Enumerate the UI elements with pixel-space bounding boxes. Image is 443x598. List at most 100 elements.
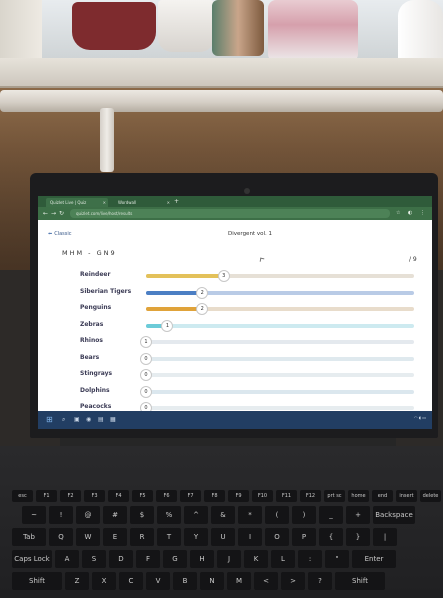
- tab-quizlet-live[interactable]: Quizlet Live | Quiz ✕: [46, 198, 108, 207]
- keyboard-key[interactable]: &: [211, 506, 235, 524]
- keyboard-key[interactable]: Caps Lock: [12, 550, 52, 568]
- keyboard-key[interactable]: ~: [22, 506, 46, 524]
- keyboard-key[interactable]: F8: [204, 490, 225, 502]
- keyboard-key[interactable]: :: [298, 550, 322, 568]
- keyboard-key[interactable]: F6: [156, 490, 177, 502]
- bookmark-star-icon[interactable]: ☆: [396, 209, 400, 218]
- keyboard-key[interactable]: N: [200, 572, 224, 590]
- keyboard-key[interactable]: Shift: [12, 572, 62, 590]
- team-name: Stingrays: [80, 370, 113, 377]
- keyboard-key[interactable]: V: [146, 572, 170, 590]
- keyboard-key[interactable]: end: [372, 490, 393, 502]
- tab-label: Quizlet Live | Quiz: [50, 200, 87, 205]
- keyboard-key[interactable]: M: [227, 572, 251, 590]
- keyboard-key[interactable]: insert: [396, 490, 417, 502]
- new-tab-button[interactable]: +: [174, 197, 179, 206]
- keyboard-key[interactable]: P: [292, 528, 316, 546]
- keyboard-key[interactable]: T: [157, 528, 181, 546]
- keyboard-key[interactable]: ): [292, 506, 316, 524]
- menu-icon[interactable]: ⋮: [420, 209, 425, 218]
- keyboard-key[interactable]: H: [190, 550, 214, 568]
- keyboard-key[interactable]: Z: [65, 572, 89, 590]
- forward-button[interactable]: →: [51, 209, 56, 218]
- keyboard-key[interactable]: delete: [420, 490, 441, 502]
- keyboard-key[interactable]: +: [346, 506, 370, 524]
- classic-button[interactable]: ⬅ Classic: [48, 231, 72, 237]
- laptop-hinge: [60, 438, 396, 446]
- keyboard-key[interactable]: F1: [36, 490, 57, 502]
- volume-icon[interactable]: ◖: [419, 415, 421, 420]
- keyboard-key[interactable]: *: [238, 506, 262, 524]
- keyboard-key[interactable]: ": [325, 550, 349, 568]
- keyboard-key[interactable]: E: [103, 528, 127, 546]
- team-row: Reindeer 3: [38, 268, 432, 285]
- extensions-icon[interactable]: ◐: [408, 209, 412, 218]
- store-icon[interactable]: ▦: [110, 416, 116, 424]
- keyboard-key[interactable]: ^: [184, 506, 208, 524]
- keyboard-key[interactable]: #: [103, 506, 127, 524]
- start-button[interactable]: ⊞: [46, 415, 53, 425]
- keyboard-key[interactable]: F2: [60, 490, 81, 502]
- keyboard-key[interactable]: F4: [108, 490, 129, 502]
- close-icon[interactable]: ✕: [103, 198, 106, 207]
- keyboard-key[interactable]: F7: [180, 490, 201, 502]
- keyboard-key[interactable]: Tab: [12, 528, 46, 546]
- close-icon[interactable]: ✕: [167, 198, 170, 207]
- keyboard-key[interactable]: F5: [132, 490, 153, 502]
- back-button[interactable]: ←: [43, 209, 48, 218]
- keyboard-key[interactable]: Backspace: [373, 506, 415, 524]
- battery-icon[interactable]: ▭: [422, 415, 426, 420]
- keyboard-key[interactable]: C: [119, 572, 143, 590]
- keyboard-key[interactable]: %: [157, 506, 181, 524]
- keyboard-key[interactable]: D: [109, 550, 133, 568]
- search-icon[interactable]: ⌕: [62, 416, 65, 424]
- keyboard-key[interactable]: @: [76, 506, 100, 524]
- keyboard-key[interactable]: }: [346, 528, 370, 546]
- keyboard-key[interactable]: esc: [12, 490, 33, 502]
- tab-wordwall[interactable]: Wordwall ✕: [114, 198, 172, 207]
- keyboard-key[interactable]: B: [173, 572, 197, 590]
- explorer-icon[interactable]: ▤: [98, 416, 104, 424]
- keyboard-key[interactable]: |: [373, 528, 397, 546]
- keyboard-key[interactable]: F: [136, 550, 160, 568]
- keyboard-key[interactable]: prt sc: [324, 490, 345, 502]
- keyboard-key[interactable]: R: [130, 528, 154, 546]
- keyboard-key[interactable]: X: [92, 572, 116, 590]
- keyboard-key[interactable]: <: [254, 572, 278, 590]
- keyboard-key[interactable]: Y: [184, 528, 208, 546]
- keyboard-key[interactable]: !: [49, 506, 73, 524]
- url-field[interactable]: quizlet.com/live/host/results: [70, 209, 390, 218]
- keyboard-key[interactable]: _: [319, 506, 343, 524]
- keyboard-key[interactable]: {: [319, 528, 343, 546]
- system-tray[interactable]: ◠ ◖ ▭: [414, 415, 426, 420]
- keyboard-key[interactable]: F3: [84, 490, 105, 502]
- keyboard-key[interactable]: O: [265, 528, 289, 546]
- keyboard-key[interactable]: (: [265, 506, 289, 524]
- keyboard-key[interactable]: I: [238, 528, 262, 546]
- keyboard-key[interactable]: A: [55, 550, 79, 568]
- reload-button[interactable]: ↻: [59, 209, 64, 218]
- task-view-icon[interactable]: ▣: [74, 416, 80, 424]
- keyboard-key[interactable]: >: [281, 572, 305, 590]
- progress-score-badge: 0: [140, 385, 152, 398]
- wifi-icon[interactable]: ◠: [414, 415, 418, 420]
- keyboard-key[interactable]: $: [130, 506, 154, 524]
- edge-icon[interactable]: ◉: [86, 416, 91, 424]
- keyboard-key[interactable]: Q: [49, 528, 73, 546]
- keyboard-key[interactable]: Enter: [352, 550, 396, 568]
- keyboard-key[interactable]: K: [244, 550, 268, 568]
- keyboard-key[interactable]: U: [211, 528, 235, 546]
- keyboard-key[interactable]: G: [163, 550, 187, 568]
- keyboard-key[interactable]: J: [217, 550, 241, 568]
- keyboard-key[interactable]: F9: [228, 490, 249, 502]
- keyboard-key[interactable]: S: [82, 550, 106, 568]
- keyboard-key[interactable]: Shift: [335, 572, 385, 590]
- keyboard-key[interactable]: F10: [252, 490, 273, 502]
- progress-score-badge: 1: [161, 319, 174, 332]
- keyboard-key[interactable]: L: [271, 550, 295, 568]
- keyboard-key[interactable]: ?: [308, 572, 332, 590]
- keyboard-key[interactable]: F11: [276, 490, 297, 502]
- keyboard-key[interactable]: F12: [300, 490, 321, 502]
- keyboard-key[interactable]: home: [348, 490, 369, 502]
- keyboard-key[interactable]: W: [76, 528, 100, 546]
